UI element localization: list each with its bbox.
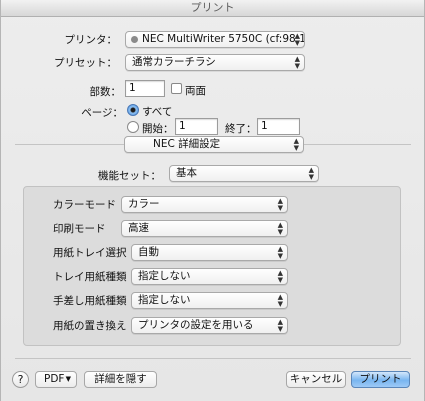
preset-label: プリセット： [54,57,117,69]
print-button[interactable]: プリント [351,371,410,388]
up-down-arrows-icon: ▲ ▼ [277,245,283,260]
question-icon[interactable]: ? [12,371,29,388]
printer-value: NEC MultiWriter 5750C (cf:98:1a) [142,33,305,45]
paper-replace-value: プリンタの設定を用いる [138,319,254,331]
up-down-arrows-icon: ▲ ▼ [277,318,283,333]
pages-from-field[interactable]: 1 [175,118,218,135]
pdf-menu-button[interactable]: PDF ▼ [35,371,77,388]
printer-status-icon [131,36,138,43]
section-popup[interactable]: NEC 詳細設定 ▲ ▼ [124,136,304,153]
window-title: プリント [1,0,424,17]
pages-from-label: 開始： [142,123,174,135]
paper-tray-value: 自動 [138,246,159,258]
print-mode-value: 高速 [128,222,149,234]
setting-label-manual-paper-type: 手差し用紙種類 [53,295,127,307]
feature-set-label: 機能セット： [98,170,161,182]
pages-range-radio[interactable] [127,121,139,133]
up-down-arrows-icon: ▲ ▼ [294,32,300,47]
paper-replace-popup[interactable]: プリンタの設定を用いる ▲ ▼ [131,317,288,334]
setting-label-paper-tray: 用紙トレイ選択 [53,247,127,259]
section-value: NEC 詳細設定 [153,138,221,150]
setting-label-color-mode: カラーモード [53,199,116,211]
pdf-label: PDF [44,373,65,385]
up-down-arrows-icon: ▲ ▼ [293,137,299,152]
tray-paper-type-value: 指定しない [138,270,191,282]
manual-paper-type-value: 指定しない [138,294,191,306]
color-mode-popup[interactable]: カラー ▲ ▼ [121,196,288,213]
feature-set-popup[interactable]: 基本 ▲ ▼ [169,165,319,182]
printer-popup[interactable]: NEC MultiWriter 5750C (cf:98:1a) ▲ ▼ [125,31,305,48]
up-down-arrows-icon: ▲ ▼ [294,55,300,70]
paper-tray-popup[interactable]: 自動 ▲ ▼ [131,244,288,261]
tray-paper-type-popup[interactable]: 指定しない ▲ ▼ [131,268,288,285]
cancel-button[interactable]: キャンセル [286,371,346,388]
up-down-arrows-icon: ▲ ▼ [277,197,283,212]
preset-popup[interactable]: 通常カラーチラシ ▲ ▼ [125,54,305,71]
copies-label: 部数： [89,86,122,98]
pages-all-label: すべて [142,106,173,118]
setting-label-paper-replace: 用紙の置き換え [53,320,127,332]
footer-divider [15,358,411,359]
setting-label-print-mode: 印刷モード [53,223,106,235]
copies-field[interactable]: 1 [125,80,165,97]
print-mode-popup[interactable]: 高速 ▲ ▼ [121,220,288,237]
feature-set-value: 基本 [176,167,197,179]
color-mode-value: カラー [128,198,160,210]
pages-to-label: 終了： [225,123,257,135]
up-down-arrows-icon: ▲ ▼ [277,221,283,236]
pages-label: ページ： [81,107,123,119]
up-down-arrows-icon: ▲ ▼ [308,166,314,181]
duplex-label: 両面 [185,85,206,97]
printer-label: プリンタ： [64,34,118,46]
pages-all-radio[interactable] [127,104,139,116]
print-dialog: プリント プリンタ： NEC MultiWriter 5750C (cf:98:… [0,0,425,401]
triangle-down-icon: ▼ [65,375,71,383]
pages-to-field[interactable]: 1 [257,118,300,135]
duplex-checkbox[interactable] [171,83,182,94]
manual-paper-type-popup[interactable]: 指定しない ▲ ▼ [131,292,288,309]
up-down-arrows-icon: ▲ ▼ [277,293,283,308]
up-down-arrows-icon: ▲ ▼ [277,269,283,284]
preset-value: 通常カラーチラシ [132,56,216,68]
hide-details-button[interactable]: 詳細を隠す [84,371,157,388]
setting-label-tray-paper-type: トレイ用紙種類 [53,271,127,283]
